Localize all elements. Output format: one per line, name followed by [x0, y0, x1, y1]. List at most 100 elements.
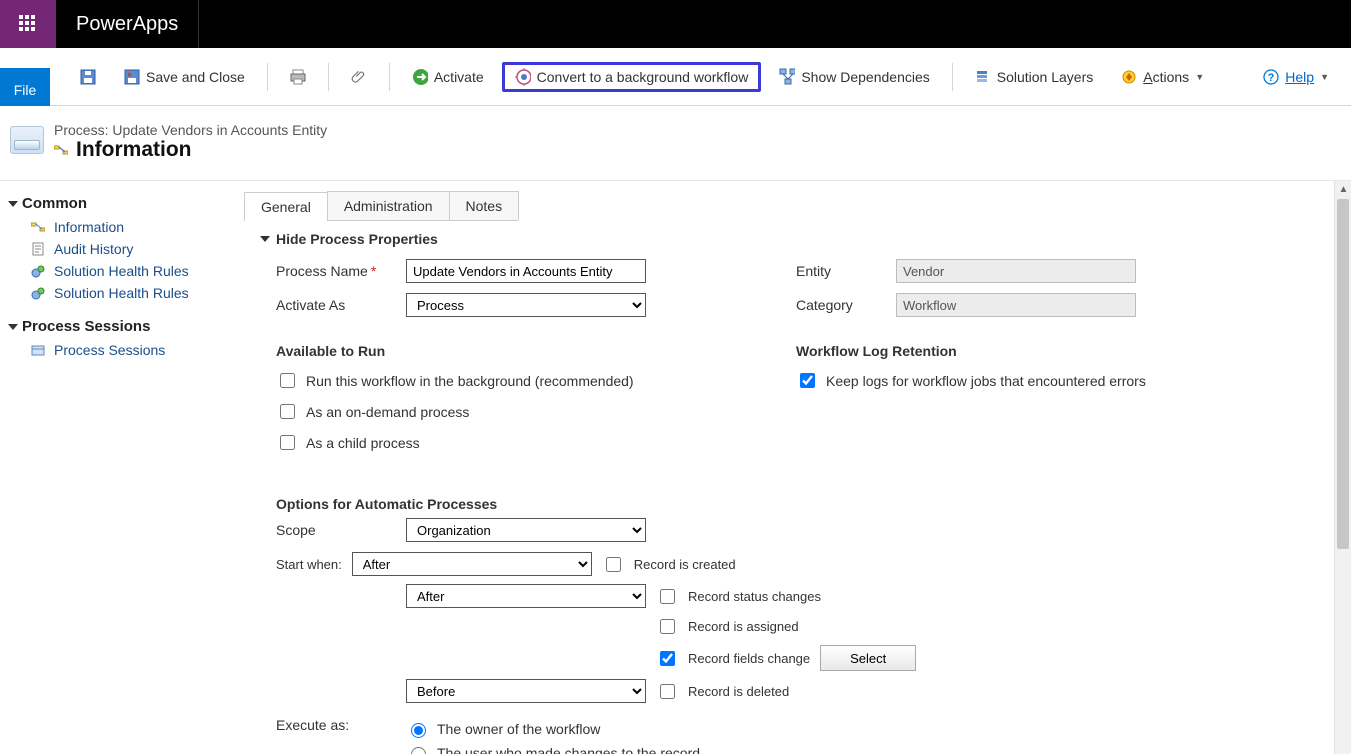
page-header: Process: Update Vendors in Accounts Enti…	[0, 106, 1351, 180]
solution-layers-button[interactable]: Solution Layers	[965, 65, 1104, 89]
convert-background-button[interactable]: Convert to a background workflow	[502, 62, 762, 92]
convert-label: Convert to a background workflow	[537, 69, 749, 85]
activate-icon	[412, 69, 428, 85]
available-to-run-heading: Available to Run	[276, 327, 796, 365]
help-link[interactable]: ? Help ▼	[1253, 65, 1339, 89]
execute-as-label: Execute as:	[276, 717, 406, 733]
save-button[interactable]	[70, 65, 106, 89]
start-when-label: Start when:	[276, 557, 342, 572]
category-label: Category	[796, 297, 896, 313]
dependencies-label: Show Dependencies	[801, 69, 929, 85]
activate-as-label: Activate As	[276, 297, 406, 313]
chevron-down-icon: ▼	[1195, 72, 1204, 82]
on-demand-checkbox[interactable]	[280, 404, 295, 419]
process-name-label: Process Name*	[276, 263, 406, 279]
record-status-label: Record status changes	[688, 589, 821, 604]
tab-strip: General Administration Notes	[244, 191, 518, 221]
child-process-checkbox[interactable]	[280, 435, 295, 450]
top-bar: PowerApps	[0, 0, 1351, 48]
save-close-icon	[124, 69, 140, 85]
run-background-label: Run this workflow in the background (rec…	[306, 373, 634, 389]
record-assigned-label: Record is assigned	[688, 619, 799, 634]
attach-button[interactable]	[341, 65, 377, 89]
sidebar-group-common[interactable]: Common	[6, 191, 234, 216]
entity-readonly: Vendor	[896, 259, 1136, 283]
entity-label: Entity	[796, 263, 896, 279]
health-icon	[30, 285, 46, 301]
record-fields-label: Record fields change	[688, 651, 810, 666]
dependencies-icon	[779, 69, 795, 85]
convert-icon	[515, 69, 531, 85]
keep-logs-label: Keep logs for workflow jobs that encount…	[826, 373, 1146, 389]
activate-button[interactable]: Activate	[402, 65, 494, 89]
waffle-icon	[19, 15, 37, 33]
breadcrumb: Process: Update Vendors in Accounts Enti…	[54, 122, 327, 138]
log-retention-heading: Workflow Log Retention	[796, 327, 1309, 365]
record-status-checkbox[interactable]	[660, 589, 675, 604]
health-icon	[30, 263, 46, 279]
app-launcher[interactable]	[0, 0, 56, 48]
layers-icon	[975, 69, 991, 85]
run-background-checkbox[interactable]	[280, 373, 295, 388]
svg-text:?: ?	[1268, 72, 1275, 84]
record-deleted-checkbox[interactable]	[660, 684, 675, 699]
exec-owner-radio[interactable]	[411, 723, 426, 738]
exec-user-radio[interactable]	[411, 747, 426, 754]
on-demand-label: As an on-demand process	[306, 404, 469, 420]
record-deleted-label: Record is deleted	[688, 684, 789, 699]
select-fields-button[interactable]: Select	[820, 645, 916, 671]
actions-dropdown[interactable]: Actions ▼	[1111, 65, 1214, 89]
scroll-thumb[interactable]	[1337, 199, 1349, 549]
activate-as-select[interactable]: Process	[406, 293, 646, 317]
sidebar-group-sessions[interactable]: Process Sessions	[6, 314, 234, 339]
page-title: Information	[76, 138, 192, 162]
file-tab[interactable]: File	[0, 68, 50, 106]
record-created-checkbox[interactable]	[606, 557, 621, 572]
hide-properties-toggle[interactable]: Hide Process Properties	[240, 221, 1345, 255]
audit-icon	[30, 241, 46, 257]
start-when-select-3[interactable]: Before	[406, 679, 646, 703]
scroll-up-icon: ▲	[1335, 181, 1351, 198]
print-icon	[290, 69, 306, 85]
sidebar: Common Information Audit History Solutio…	[0, 181, 240, 754]
scope-select[interactable]: Organization	[406, 518, 646, 542]
actions-icon	[1121, 69, 1137, 85]
sidebar-item-solution-health[interactable]: Solution Health Rules	[6, 282, 234, 304]
sidebar-item-process-sessions[interactable]: Process Sessions	[6, 339, 234, 361]
start-when-select-1[interactable]: After	[352, 552, 592, 576]
save-and-close-button[interactable]: Save and Close	[114, 65, 255, 89]
auto-options-heading: Options for Automatic Processes	[276, 480, 1309, 518]
tab-administration[interactable]: Administration	[327, 191, 450, 220]
start-when-select-2[interactable]: After	[406, 584, 646, 608]
sessions-icon	[30, 342, 46, 358]
record-fields-checkbox[interactable]	[660, 651, 675, 666]
record-created-label: Record is created	[634, 557, 736, 572]
category-readonly: Workflow	[896, 293, 1136, 317]
help-icon: ?	[1263, 69, 1279, 85]
scrollbar[interactable]: ▲	[1334, 181, 1351, 754]
sidebar-item-information[interactable]: Information	[6, 216, 234, 238]
process-large-icon	[10, 126, 44, 154]
exec-owner-label: The owner of the workflow	[437, 721, 600, 737]
chevron-down-icon: ▼	[1320, 72, 1329, 82]
sidebar-item-audit-history[interactable]: Audit History	[6, 238, 234, 260]
tab-notes[interactable]: Notes	[449, 191, 520, 220]
main-content: General Administration Notes Hide Proces…	[240, 181, 1351, 754]
scope-label: Scope	[276, 522, 406, 538]
save-icon	[80, 69, 96, 85]
child-process-label: As a child process	[306, 435, 420, 451]
activate-label: Activate	[434, 69, 484, 85]
process-mini-icon	[54, 143, 68, 157]
record-assigned-checkbox[interactable]	[660, 619, 675, 634]
print-button[interactable]	[280, 65, 316, 89]
ribbon: File Save and Close	[0, 48, 1351, 106]
paperclip-icon	[351, 69, 367, 85]
keep-logs-checkbox[interactable]	[800, 373, 815, 388]
process-name-input[interactable]	[406, 259, 646, 283]
triangle-down-icon	[8, 324, 18, 330]
process-icon	[30, 219, 46, 235]
tab-general[interactable]: General	[244, 192, 328, 221]
show-dependencies-button[interactable]: Show Dependencies	[769, 65, 939, 89]
triangle-down-icon	[260, 236, 270, 242]
sidebar-item-solution-health[interactable]: Solution Health Rules	[6, 260, 234, 282]
